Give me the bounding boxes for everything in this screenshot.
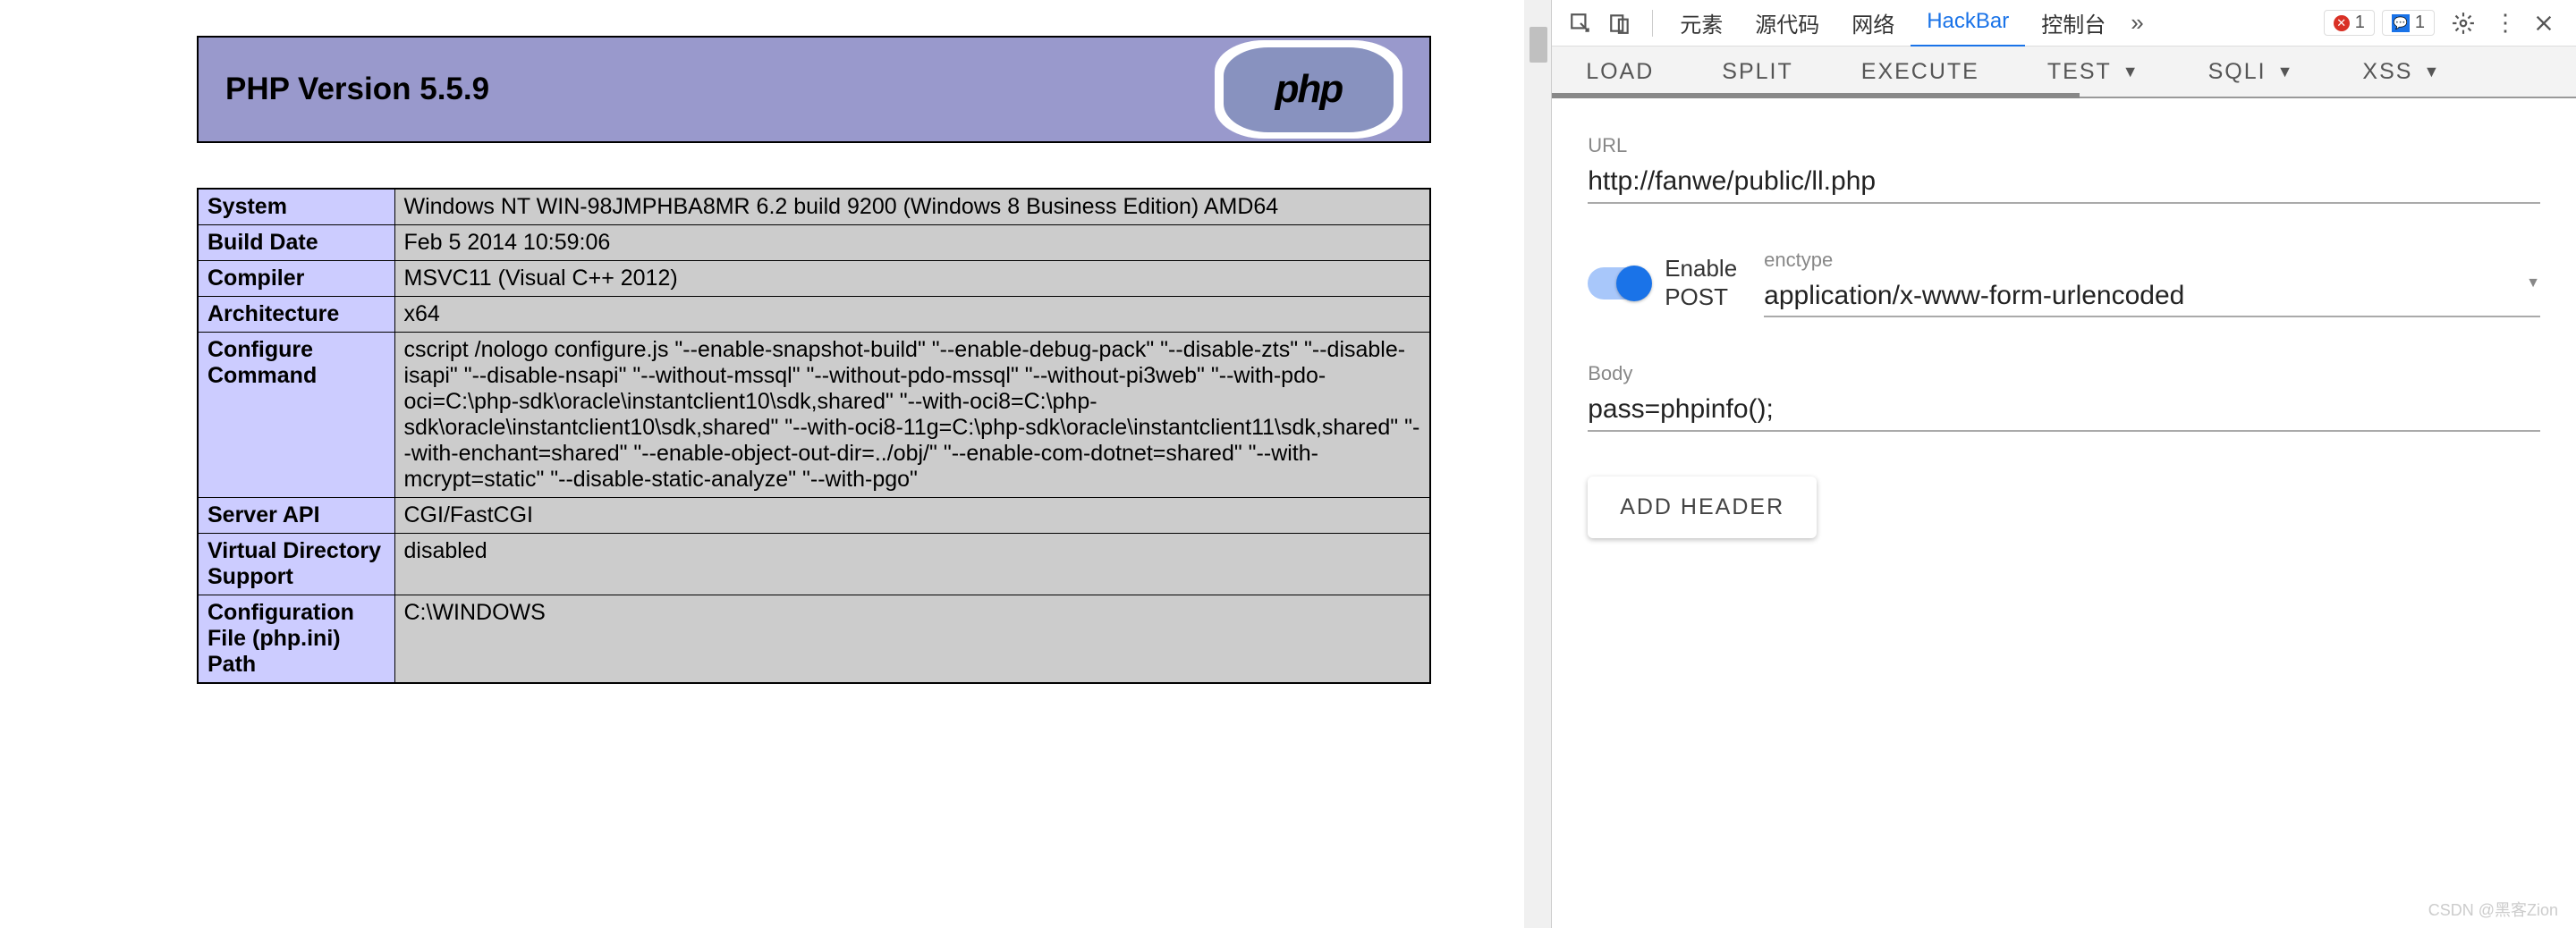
php-logo: php — [1215, 40, 1402, 139]
tab-console[interactable]: 控制台 — [2025, 0, 2122, 49]
chevron-down-icon: ▼ — [2123, 63, 2140, 81]
table-row: Configure Commandcscript /nologo configu… — [198, 333, 1430, 498]
table-value: x64 — [394, 297, 1430, 333]
table-label: Configure Command — [198, 333, 394, 498]
phpinfo-header: PHP Version 5.5.9 php — [197, 36, 1431, 143]
table-value: Feb 5 2014 10:59:06 — [394, 225, 1430, 261]
body-field-group: Body — [1588, 362, 2540, 432]
error-badge[interactable]: ✕ 1 — [2324, 10, 2375, 36]
table-label: Compiler — [198, 261, 394, 297]
table-label: Build Date — [198, 225, 394, 261]
message-count: 1 — [2415, 13, 2425, 33]
body-label: Body — [1588, 362, 2540, 385]
url-field-group: URL — [1588, 134, 2540, 204]
tab-network[interactable]: 网络 — [1835, 0, 1911, 49]
error-icon: ✕ — [2334, 15, 2350, 31]
phpinfo-table: SystemWindows NT WIN-98JMPHBA8MR 6.2 bui… — [197, 188, 1431, 684]
tab-sources[interactable]: 源代码 — [1739, 0, 1835, 49]
table-value: C:\WINDOWS — [394, 595, 1430, 684]
scrollbar-thumb[interactable] — [1530, 27, 1547, 63]
enctype-label: enctype — [1764, 249, 2540, 272]
table-row: Build DateFeb 5 2014 10:59:06 — [198, 225, 1430, 261]
hackbar-tab-split[interactable]: SPLIT — [1688, 45, 1826, 99]
body-input[interactable] — [1588, 389, 2540, 432]
table-row: Virtual Directory Supportdisabled — [198, 534, 1430, 595]
hackbar-tab-execute[interactable]: EXECUTE — [1827, 45, 2013, 99]
phpinfo-panel: PHP Version 5.5.9 php SystemWindows NT W… — [0, 0, 1551, 928]
hackbar-tab-test[interactable]: TEST▼ — [2013, 45, 2174, 99]
tabs-overflow-icon[interactable]: » — [2122, 9, 2152, 37]
hackbar-body: URL EnablePOST enctype application/x-www… — [1552, 98, 2576, 574]
kebab-menu-icon[interactable]: ⋮ — [2485, 9, 2526, 37]
watermark: CSDN @黑客Zion — [2428, 898, 2558, 921]
devtools-toolbar: 元素 源代码 网络 HackBar 控制台 » ✕ 1 💬 1 ⋮ — [1552, 0, 2576, 46]
error-count: 1 — [2355, 13, 2365, 33]
left-scrollbar[interactable] — [1524, 0, 1551, 928]
table-label: Configuration File (php.ini) Path — [198, 595, 394, 684]
table-row: Architecturex64 — [198, 297, 1430, 333]
inspect-icon[interactable] — [1563, 5, 1598, 41]
table-row: SystemWindows NT WIN-98JMPHBA8MR 6.2 bui… — [198, 189, 1430, 225]
chevron-down-icon: ▼ — [2423, 63, 2441, 81]
tab-hackbar[interactable]: HackBar — [1911, 0, 2025, 47]
table-value: MSVC11 (Visual C++ 2012) — [394, 261, 1430, 297]
table-row: CompilerMSVC11 (Visual C++ 2012) — [198, 261, 1430, 297]
table-value: cscript /nologo configure.js "--enable-s… — [394, 333, 1430, 498]
add-header-button[interactable]: ADD HEADER — [1588, 477, 1817, 538]
toggle-knob — [1616, 266, 1652, 301]
message-badge[interactable]: 💬 1 — [2382, 10, 2435, 36]
url-label: URL — [1588, 134, 2540, 157]
table-label: Server API — [198, 498, 394, 534]
enctype-select[interactable]: application/x-www-form-urlencoded — [1764, 275, 2540, 317]
close-devtools-icon[interactable] — [2526, 5, 2562, 41]
hackbar-tab-load[interactable]: LOAD — [1552, 45, 1688, 99]
hackbar-tab-sqli[interactable]: SQLI▼ — [2174, 45, 2329, 99]
device-toggle-icon[interactable] — [1602, 5, 1638, 41]
tab-elements[interactable]: 元素 — [1664, 0, 1739, 49]
hackbar-tab-strip: LOAD SPLIT EXECUTE TEST▼ SQLI▼ XSS▼ — [1552, 46, 2576, 98]
table-row: Server APICGI/FastCGI — [198, 498, 1430, 534]
devtools-panel: 元素 源代码 网络 HackBar 控制台 » ✕ 1 💬 1 ⋮ — [1551, 0, 2576, 928]
hackbar-scroll-indicator[interactable] — [1552, 93, 2080, 98]
table-value: Windows NT WIN-98JMPHBA8MR 6.2 build 920… — [394, 189, 1430, 225]
table-row: Configuration File (php.ini) PathC:\WIND… — [198, 595, 1430, 684]
enable-post-label: EnablePOST — [1665, 255, 1737, 310]
table-value: CGI/FastCGI — [394, 498, 1430, 534]
php-version-title: PHP Version 5.5.9 — [225, 72, 489, 107]
table-value: disabled — [394, 534, 1430, 595]
hackbar-tab-xss[interactable]: XSS▼ — [2328, 45, 2475, 99]
message-icon: 💬 — [2392, 14, 2410, 32]
enable-post-toggle[interactable] — [1588, 267, 1650, 299]
url-input[interactable] — [1588, 161, 2540, 204]
chevron-down-icon: ▼ — [2277, 63, 2295, 81]
enable-post-toggle-wrap: EnablePOST — [1588, 255, 1737, 310]
table-label: Virtual Directory Support — [198, 534, 394, 595]
post-row: EnablePOST enctype application/x-www-for… — [1588, 249, 2540, 317]
table-label: Architecture — [198, 297, 394, 333]
enctype-field-group: enctype application/x-www-form-urlencode… — [1764, 249, 2540, 317]
table-label: System — [198, 189, 394, 225]
settings-icon[interactable] — [2445, 5, 2481, 41]
php-logo-text: php — [1224, 47, 1394, 132]
